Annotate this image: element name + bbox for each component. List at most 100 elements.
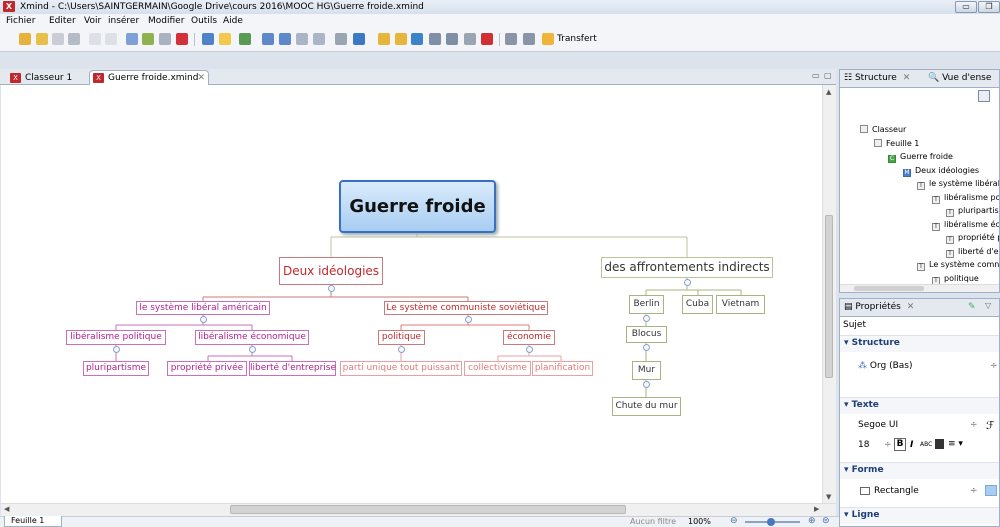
topic-pluripartisme[interactable]: pluripartisme [83,361,149,376]
shape-value[interactable]: Rectangle [874,486,919,496]
vertical-scroll-thumb[interactable] [825,215,833,378]
topic-berlin[interactable]: Berlin [629,295,664,314]
maximize-button[interactable]: ❐ [978,1,1000,13]
save-icon[interactable] [52,33,64,45]
relationship-icon[interactable] [464,33,476,45]
minimize-editor-icon[interactable]: ▭ [812,71,820,80]
collapse-icon[interactable] [200,316,207,323]
scroll-down-icon[interactable]: ▼ [826,493,831,501]
chevron-down-icon[interactable]: ÷ [970,486,978,496]
collapse-icon[interactable] [526,346,533,353]
tree-item[interactable]: Tlibéralisme éc [932,220,999,231]
minimize-button[interactable]: ▭ [955,1,977,13]
drill-down-icon[interactable] [505,33,517,45]
topic-liberalisme-economique[interactable]: libéralisme économique [195,330,309,345]
zoom-out-icon[interactable]: ⊖ [730,516,738,526]
font-name[interactable]: Segoe UI [858,420,898,430]
filter-status[interactable]: Aucun filtre [630,517,676,526]
scroll-right-icon[interactable]: ▶ [814,505,819,513]
text-color-swatch[interactable] [935,439,944,449]
topic-deux-ideologies[interactable]: Deux idéologies [279,257,383,285]
topic-planification[interactable]: planification [532,361,593,376]
structure-scroll-thumb[interactable] [854,286,924,291]
topic-liberalisme-politique[interactable]: libéralisme politique [66,330,166,345]
topic-liberte-entreprise[interactable]: liberté d'entreprise [249,361,336,376]
tree-item[interactable]: M Deux idéologies [903,166,979,177]
subtopic-icon[interactable] [262,33,274,45]
chevron-down-icon[interactable]: ÷ [990,361,998,371]
delete-icon[interactable] [176,33,188,45]
menu-fichier[interactable]: Fichier [6,16,35,27]
scroll-left-icon[interactable]: ◀ [4,505,9,513]
topic-icon[interactable] [202,33,214,45]
topic-chute-du-mur[interactable]: Chute du mur [612,397,681,416]
new-icon[interactable] [19,33,31,45]
topic-propriete-privee[interactable]: propriété privée [167,361,247,376]
tree-item[interactable]: Tpluripartis [946,206,999,217]
print-icon[interactable] [68,33,80,45]
close-icon[interactable]: ✕ [907,302,915,312]
boundary-icon[interactable] [296,33,308,45]
fill-color-swatch[interactable] [985,485,997,496]
tab-guerre-froide[interactable]: X Guerre froide.xmind ✕ [89,70,209,85]
bold-button[interactable]: B [894,438,906,451]
zoom-slider-handle[interactable] [767,518,775,526]
collapse-icon[interactable] [643,315,650,322]
hyperlink-icon[interactable] [411,33,423,45]
transfer-icon[interactable] [542,33,554,45]
topic-systeme-communiste[interactable]: Le système communiste soviétique [384,301,548,315]
tree-item[interactable]: Tle système libéral [917,179,999,190]
central-topic[interactable]: Guerre froide [339,180,496,233]
close-icon[interactable]: ✕ [197,71,205,85]
menu-aide[interactable]: Aide [223,16,243,27]
tree-item[interactable]: Tpropriété p [946,233,999,244]
sheet-tab[interactable]: Feuille 1 [4,516,62,527]
layout-icon[interactable] [239,33,251,45]
floating-topic-icon[interactable] [279,33,291,45]
paste-icon[interactable] [159,33,171,45]
topic-cuba[interactable]: Cuba [682,295,713,314]
collapse-icon[interactable] [465,316,472,323]
menu-modifier[interactable]: Modifier [148,16,184,27]
view-menu-icon[interactable]: ▽ [985,301,991,310]
tab-overview[interactable]: 🔍 Vue d'ense [928,73,991,83]
label-icon[interactable] [395,33,407,45]
collapse-icon[interactable] [643,381,650,388]
topic-affrontements-indirects[interactable]: des affrontements indirects [601,257,773,278]
collapse-icon[interactable] [643,344,650,351]
drill-up-icon[interactable] [523,33,535,45]
zoom-in-icon[interactable]: ⊕ [808,516,816,526]
chevron-down-icon[interactable]: ÷ [884,440,892,450]
menu-inserer[interactable]: insérer [108,16,139,27]
cut-icon[interactable] [126,33,138,45]
horizontal-scroll-thumb[interactable] [230,505,626,514]
tab-properties[interactable]: ▤ Propriétés ✕ [844,302,914,312]
collapse-icon[interactable] [113,346,120,353]
topic-systeme-liberal[interactable]: le système libéral américain [136,301,270,315]
topic-politique[interactable]: politique [378,330,425,345]
collapse-all-icon[interactable] [978,90,990,102]
topic-vietnam[interactable]: Vietnam [716,295,765,314]
tree-item[interactable]: Classeur [860,125,906,135]
tab-structure[interactable]: ☷ Structure ✕ [844,73,910,83]
edit-style-icon[interactable]: ✎ [968,302,976,312]
transfer-button[interactable]: Transfert [557,33,597,45]
topic-mur[interactable]: Mur [632,361,661,380]
note-icon[interactable] [378,33,390,45]
strikethrough-button[interactable]: ABC [920,441,932,448]
marker-icon[interactable] [446,33,458,45]
tree-item[interactable]: C Guerre froide [888,152,953,163]
topic-parti-unique[interactable]: parti unique tout puissant [340,361,462,376]
tree-item[interactable]: Tlibéralisme po [932,193,999,204]
maximize-editor-icon[interactable]: ▢ [824,71,832,80]
collapse-icon[interactable] [684,279,691,286]
menu-outils[interactable]: Outils [191,16,217,27]
tab-classeur-1[interactable]: X Classeur 1 [6,70,82,85]
collapse-icon[interactable] [328,285,335,292]
mindmap-canvas[interactable]: Guerre froide Deux idéologies des affron… [1,85,822,503]
redo-icon[interactable] [105,33,117,45]
image-icon[interactable] [353,33,365,45]
tree-item[interactable]: Tliberté d'e [946,247,999,258]
menu-voir[interactable]: Voir [84,16,101,27]
structure-value[interactable]: ⁂ Org (Bas) [858,361,912,371]
